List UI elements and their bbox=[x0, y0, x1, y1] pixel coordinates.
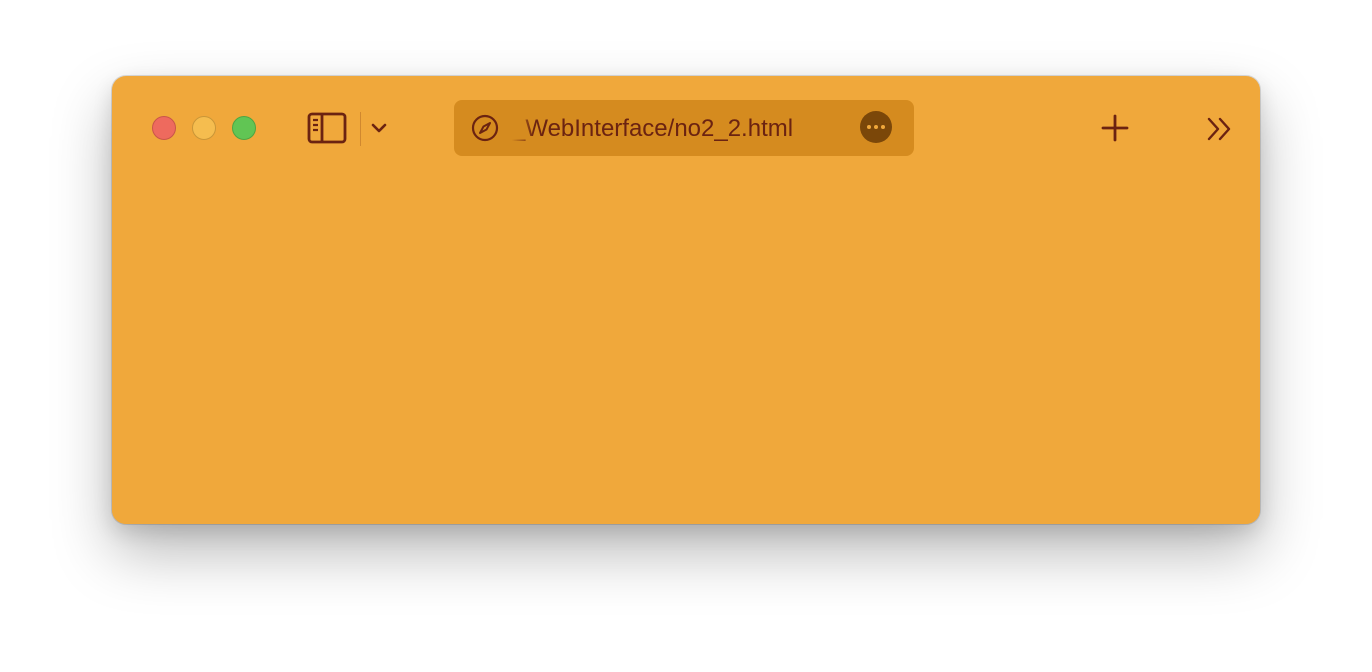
zoom-window-button[interactable] bbox=[232, 116, 256, 140]
sidebar-toggle-button[interactable] bbox=[306, 110, 348, 146]
more-options-icon[interactable] bbox=[860, 111, 892, 143]
chevron-down-icon bbox=[371, 123, 387, 133]
new-tab-button[interactable] bbox=[1098, 111, 1132, 145]
plus-icon bbox=[1101, 114, 1129, 142]
toolbar-overflow-button[interactable] bbox=[1204, 114, 1236, 144]
close-window-button[interactable] bbox=[152, 116, 176, 140]
browser-window: _WebInterface/no2_2.html bbox=[112, 76, 1260, 524]
page-content-area bbox=[112, 180, 1260, 524]
compass-icon bbox=[470, 113, 500, 143]
sidebar-icon bbox=[307, 112, 347, 144]
address-bar[interactable]: _WebInterface/no2_2.html bbox=[454, 100, 914, 156]
double-chevron-right-icon bbox=[1207, 117, 1231, 141]
minimize-window-button[interactable] bbox=[192, 116, 216, 140]
url-text[interactable]: _WebInterface/no2_2.html bbox=[512, 114, 842, 144]
desktop-background: _WebInterface/no2_2.html bbox=[0, 0, 1372, 672]
tab-group-menu-button[interactable] bbox=[368, 116, 390, 140]
browser-toolbar: _WebInterface/no2_2.html bbox=[112, 76, 1260, 180]
toolbar-divider bbox=[360, 112, 361, 146]
